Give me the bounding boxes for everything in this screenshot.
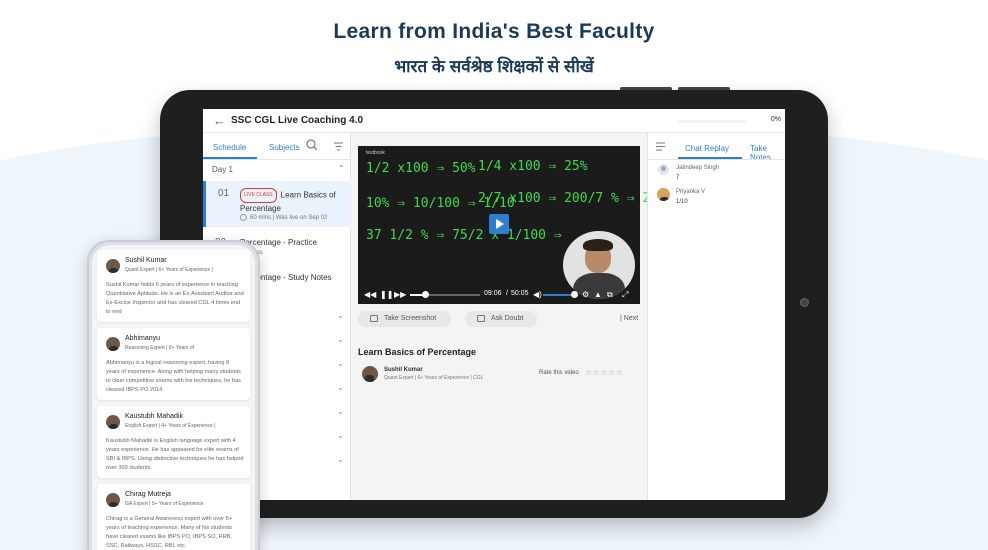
page-subheadline: भारत के सर्वश्रेष्ठ शिक्षकों से सीखें bbox=[394, 57, 594, 76]
video-area: testbook 1/2 x100 ⇒ 50% 1/4 x100 ⇒ 25% 1… bbox=[351, 133, 705, 500]
course-progress-value: 0% bbox=[770, 116, 781, 123]
rate-video-label: Rate this video bbox=[539, 370, 579, 376]
back-arrow-icon[interactable]: ← bbox=[213, 113, 226, 128]
equation-line: 1/4 x100 ⇒ 25% bbox=[478, 159, 588, 174]
phone-screen: Sushil Kumar Quant Expert | 6+ Years of … bbox=[92, 245, 255, 550]
schedule-item-live-class[interactable]: 01 LIVE CLASS Learn Basics of Percentage … bbox=[203, 181, 351, 227]
faculty-avatar bbox=[106, 337, 120, 351]
tab-schedule[interactable]: Schedule bbox=[213, 143, 246, 152]
faculty-card[interactable]: Sushil Kumar Quant Expert | 6+ Years of … bbox=[97, 250, 250, 322]
take-screenshot-label: Take Screenshot bbox=[384, 315, 437, 322]
user-avatar bbox=[657, 188, 670, 201]
item-title: LIVE CLASS Learn Basics of Percentage bbox=[240, 188, 345, 214]
divider bbox=[648, 159, 785, 160]
menu-icon[interactable] bbox=[656, 142, 665, 151]
chat-panel: Chat Replay Take Notes Jatindeep Singh 7… bbox=[647, 133, 785, 500]
live-class-badge: LIVE CLASS bbox=[240, 188, 277, 203]
filter-icon[interactable] bbox=[334, 142, 343, 151]
course-title: SSC CGL Live Coaching 4.0 bbox=[231, 115, 364, 126]
tab-subjects[interactable]: Subjects bbox=[269, 143, 300, 152]
page-headline: Learn from India's Best Faculty bbox=[333, 20, 655, 43]
doubt-icon bbox=[477, 315, 485, 322]
faculty-avatar bbox=[106, 493, 120, 507]
equation-line: 1/2 x100 ⇒ 50% bbox=[366, 161, 476, 176]
chevron-up-icon[interactable]: ⌃ bbox=[338, 164, 345, 173]
user-icon bbox=[658, 164, 669, 175]
faculty-card-description: Kaustubh Mahadik is English language exp… bbox=[106, 438, 244, 471]
chevron-down-icon[interactable]: ⌄ bbox=[337, 431, 344, 440]
chat-message: 1/10 bbox=[676, 199, 688, 205]
chat-username: Jatindeep Singh bbox=[676, 165, 720, 171]
play-button[interactable] bbox=[489, 214, 509, 234]
equation-line: 37 1/2 % ⇒ 75/2 x 1/100 ⇒ bbox=[366, 228, 562, 243]
faculty-card-name: Sushil Kumar bbox=[125, 257, 167, 264]
chevron-down-icon[interactable]: ⌄ bbox=[337, 335, 344, 344]
total-time: 50:05 bbox=[511, 290, 529, 297]
faculty-meta: Quant Expert | 6+ Years of Experience | … bbox=[384, 375, 484, 381]
faculty-card-role: Quant Expert | 6+ Years of Experience | bbox=[125, 267, 213, 273]
chevron-down-icon[interactable]: ⌄ bbox=[337, 383, 344, 392]
rewind-icon[interactable]: ◀◀ bbox=[364, 290, 376, 299]
instructor-hair bbox=[583, 239, 613, 251]
volume-handle[interactable] bbox=[571, 291, 578, 298]
ask-doubt-label: Ask Doubt bbox=[491, 315, 524, 322]
seek-handle[interactable] bbox=[422, 291, 429, 298]
faculty-card-description: Sushil Kumar holds 6 years of experience… bbox=[106, 282, 244, 315]
faculty-card-role: GA Expert | 5+ Years of Experience bbox=[125, 501, 204, 507]
day-label: Day 1 bbox=[212, 165, 233, 174]
next-button[interactable]: | Next bbox=[620, 315, 638, 322]
item-duration: 60 mins bbox=[250, 215, 272, 222]
faculty-card-description: Chirag is a General Awareness expert wit… bbox=[106, 516, 232, 549]
fullscreen-icon[interactable]: ⤢ bbox=[622, 290, 628, 300]
volume-icon[interactable]: ◀) bbox=[533, 290, 542, 299]
faculty-card-role: English Expert | 4+ Years of Experience … bbox=[125, 423, 216, 429]
faculty-card-role: Reasoning Expert | 8+ Years of bbox=[125, 345, 194, 351]
popout-icon[interactable]: ⧉ bbox=[607, 290, 613, 300]
faculty-card-description: Abhimanyu is a logical reasoning expert,… bbox=[106, 360, 241, 393]
chevron-down-icon[interactable]: ⌄ bbox=[337, 455, 344, 464]
item-live-date: Was live on Sep 02 bbox=[275, 215, 328, 222]
item-title: Percentage - Practice bbox=[240, 238, 317, 247]
search-icon[interactable] bbox=[305, 138, 319, 152]
screenshot-icon bbox=[370, 315, 378, 322]
current-time: 09:06 bbox=[484, 290, 502, 297]
chevron-down-icon[interactable]: ⌄ bbox=[337, 359, 344, 368]
faculty-avatar bbox=[106, 259, 120, 273]
star-rating[interactable]: ☆☆☆☆☆ bbox=[585, 368, 623, 377]
chevron-down-icon[interactable]: ⌄ bbox=[337, 311, 344, 320]
top-bar: ← SSC CGL Live Coaching 4.0 0% bbox=[203, 109, 785, 133]
faculty-card-name: Abhimanyu bbox=[125, 335, 161, 342]
faculty-card[interactable]: Abhimanyu Reasoning Expert | 8+ Years of… bbox=[97, 328, 250, 400]
faculty-card-name: Kaustubh Mahadik bbox=[125, 413, 183, 420]
item-number: 01 bbox=[218, 188, 230, 199]
faculty-avatar bbox=[106, 415, 120, 429]
report-icon[interactable]: ▲ bbox=[594, 290, 602, 299]
volume-slider[interactable] bbox=[543, 294, 573, 296]
tab-chat-replay[interactable]: Chat Replay bbox=[685, 144, 729, 153]
take-screenshot-button[interactable]: Take Screenshot bbox=[358, 311, 451, 327]
faculty-name: Sushil Kumar bbox=[384, 367, 423, 373]
player-controls: ◀◀ ❚❚ ▶▶ 09:06 / 50:05 ◀) ⚙ ▲ ⧉ ⤢ bbox=[358, 286, 640, 304]
seek-bar[interactable] bbox=[410, 291, 480, 298]
chat-username: Priyanka V bbox=[676, 189, 706, 195]
pause-icon[interactable]: ❚❚ bbox=[380, 290, 393, 299]
item-meta: 60 mins | Was live on Sep 02 bbox=[240, 214, 327, 221]
faculty-card-name: Chirag Mutreja bbox=[125, 491, 171, 498]
lesson-title: Learn Basics of Percentage bbox=[358, 347, 477, 357]
play-circle-icon bbox=[240, 214, 247, 221]
faculty-card[interactable]: Chirag Mutreja GA Expert | 5+ Years of E… bbox=[97, 484, 250, 550]
faculty-avatar bbox=[362, 366, 378, 382]
settings-icon[interactable]: ⚙ bbox=[582, 290, 589, 299]
course-progress-bar bbox=[677, 120, 747, 123]
tablet-camera bbox=[800, 298, 809, 307]
chevron-down-icon[interactable]: ⌄ bbox=[337, 407, 344, 416]
video-player[interactable]: testbook 1/2 x100 ⇒ 50% 1/4 x100 ⇒ 25% 1… bbox=[358, 146, 705, 304]
tablet-screen: ← SSC CGL Live Coaching 4.0 0% Schedule … bbox=[203, 109, 785, 500]
chat-message: 7 bbox=[676, 175, 680, 181]
faculty-card[interactable]: Kaustubh Mahadik English Expert | 4+ Yea… bbox=[97, 406, 250, 478]
forward-icon[interactable]: ▶▶ bbox=[394, 290, 406, 299]
divider bbox=[203, 159, 351, 160]
ask-doubt-button[interactable]: Ask Doubt bbox=[465, 311, 537, 327]
time-separator: / bbox=[506, 290, 508, 297]
